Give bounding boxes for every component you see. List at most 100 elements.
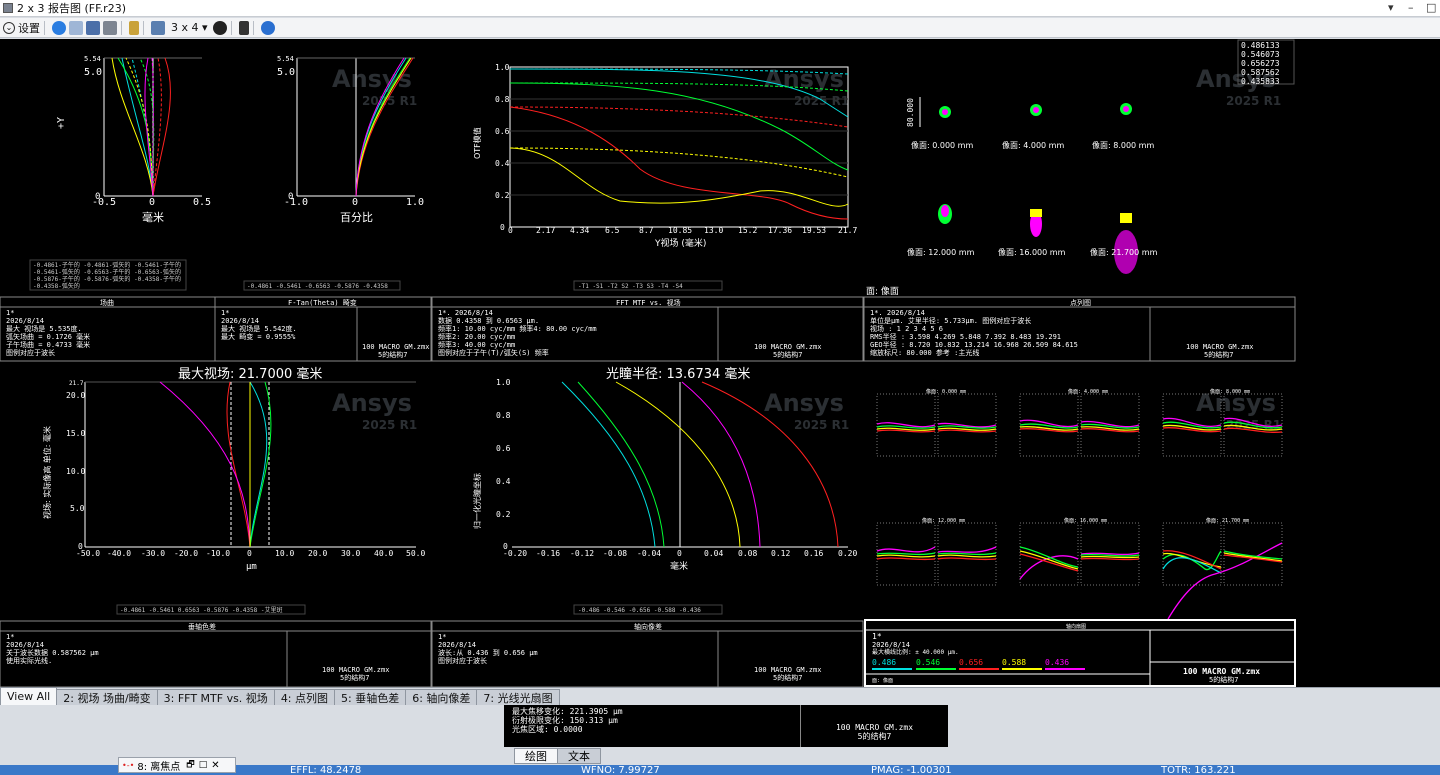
legend-entry: -0.4861-子午的 -0.4861-弧矢的 -0.5461-子午的 [33,261,181,269]
x-tick-label: 0.16 [804,549,823,558]
tab-graph[interactable]: 绘图 [514,748,558,764]
plot-title: 最大视场: 21.7000 毫米 [178,366,322,382]
info-line: 频率3: 40.00 cyc/mm [438,340,515,349]
tab-field-curvature[interactable]: 2: 视场 场曲/畸变 [56,689,158,705]
x-tick-label: 50.0 [406,549,425,558]
docked-window-defocus[interactable]: •-• 8: 离焦点 🗗 □ ✕ [118,757,236,773]
tab-lateral-color[interactable]: 5: 垂轴色差 [334,689,407,705]
x-tick-label: 2.17 [536,226,555,235]
separator [44,20,45,35]
legend-entry: -0.5461-弧矢的 -0.6563-子午的 -0.6563-弧矢的 [33,268,181,276]
dropdown-button[interactable]: ▾ [1388,1,1394,14]
restore-icon[interactable]: 🗗 [186,757,194,773]
x-tick-label: 0.08 [738,549,757,558]
info-line: 数据 0.4358 到 0.6563 μm. [438,316,539,325]
separator [143,20,144,35]
spot-2 [1030,104,1042,116]
maximize-icon[interactable]: □ [199,760,208,770]
copy-button[interactable] [69,20,83,36]
info-title: 轴向像差 [634,622,662,631]
x-tick-label: -30.0 [141,549,165,558]
help-button[interactable] [260,20,275,36]
close-icon[interactable]: ✕ [211,760,219,771]
x-tick-label: -0.12 [570,549,594,558]
plot-title: 光瞳半径: 13.6734 毫米 [606,366,750,382]
y-axis-label: 归一化光瞳坐标 [472,473,482,529]
info-line: 频率1: 10.00 cyc/mm 频率4: 80.00 cyc/mm [438,324,597,333]
spot-4 [938,204,952,224]
tab-fft-mtf[interactable]: 3: FFT MTF vs. 视场 [156,689,275,705]
watermark-text: 2025 R1 [794,418,849,432]
scale-label: 80.000 [906,98,915,127]
info-line: 光焦区域: 0.0000 [512,725,583,734]
y-axis-label: 视场: 实际像高 单位: 毫米 [42,426,52,519]
info-footer: 面: 像面 [872,677,893,684]
tab-text[interactable]: 文本 [557,748,601,764]
zoom-button[interactable] [238,20,249,36]
curve-blue [561,381,656,548]
layout-dropdown[interactable]: 3 x 4 ▾ [171,20,208,36]
copy-icon [69,20,83,35]
fan-label: 像面: 0.000 mm [926,388,966,395]
y-tick-label: 5.0 [84,67,102,78]
refresh-button[interactable] [52,20,66,36]
curve-blue-t [121,57,154,197]
watermark-text: Ansys [332,389,412,417]
x-tick-label: -1.0 [284,197,308,208]
settings-button[interactable]: ⌄ 设置 [3,20,40,36]
focal-shift-text: 最大焦移变化: 221.3905 μm 衍射极限变化: 150.313 μm 光… [512,707,623,734]
x-tick-label: 0.12 [771,549,790,558]
y-tick-label: 1.0 [495,63,510,72]
y-tick-label: 21.7 [69,380,84,387]
update-button[interactable] [212,20,227,36]
lock-button[interactable] [129,20,139,36]
info-file: 100 MACRO GM.zmx [362,343,429,351]
info-config: 5的结构7 [773,350,802,359]
x-tick-label: 17.36 [768,226,792,235]
y-axis-label: +Y [56,117,67,129]
info-line: 视场 : 1 2 3 4 5 6 [870,324,943,333]
x-tick-label: 10.0 [275,549,294,558]
maximize-button[interactable]: □ [1426,1,1436,14]
minimize-button[interactable]: – [1408,1,1414,14]
x-tick-label: -0.20 [503,549,527,558]
watermark-text: 2025 R1 [362,418,417,432]
surface-label: 面: 像面 [866,285,899,297]
info-line: 图例对应于波长 [6,348,55,357]
toolbar: ⌄ 设置 3 x 4 ▾ [0,18,1440,38]
info-line: 缩放标尺: 80.000 参考 :主光线 [870,348,979,357]
window-button[interactable] [151,20,165,36]
info-file: 100 MACRO GM.zmx [322,666,389,674]
info-file: 100 MACRO GM.zmx [1183,667,1260,676]
info-line: 最大 畸变 = 0.9555% [221,332,296,341]
spot-label: 像面: 12.000 mm [907,247,975,257]
info-line: 最大横线比例: ± 40.000 μm. [872,648,959,656]
info-config: 5的结构7 [773,673,802,682]
fan-wl: 0.546 [916,658,940,667]
y-tick-label: 0.2 [495,191,510,200]
info-line: 最大 视场是 5.542度. [221,324,297,333]
report-canvas: Ansys 2025 R1 Ansys 2025 R1 Ansys 2025 R… [0,39,1440,687]
tab-ray-fan[interactable]: 7: 光线光扇图 [476,689,560,705]
fan-wl: 0.486 [872,658,896,667]
info-line: 1*. 2026/8/14 [438,309,493,317]
update-icon [212,20,227,35]
info-config: 5的结构7 [1209,675,1238,684]
tab-spot-diagram[interactable]: 4: 点列图 [273,689,336,705]
x-tick-label: 0.5 [193,197,211,208]
print-button[interactable] [103,20,117,36]
fan-label: 像面: 8.000 mm [1210,388,1250,395]
curve-magenta [681,381,761,548]
info-line: 1*. 2026/8/14 [870,309,925,317]
info-title: 点列图 [1070,298,1091,307]
save-button[interactable] [86,20,100,36]
x-tick-label: -0.16 [536,549,560,558]
tab-view-all[interactable]: View All [0,687,58,705]
y-tick-label: 0.6 [495,127,510,136]
tab-axial-aberration[interactable]: 6: 轴向像差 [405,689,478,705]
y-tick-label: 5.54 [84,55,101,63]
status-totr: TOTR: 163.221 [1161,765,1236,775]
info-line: 1* [438,633,446,641]
x-axis-label: μm [246,562,257,572]
info-line: 1* [221,309,229,317]
